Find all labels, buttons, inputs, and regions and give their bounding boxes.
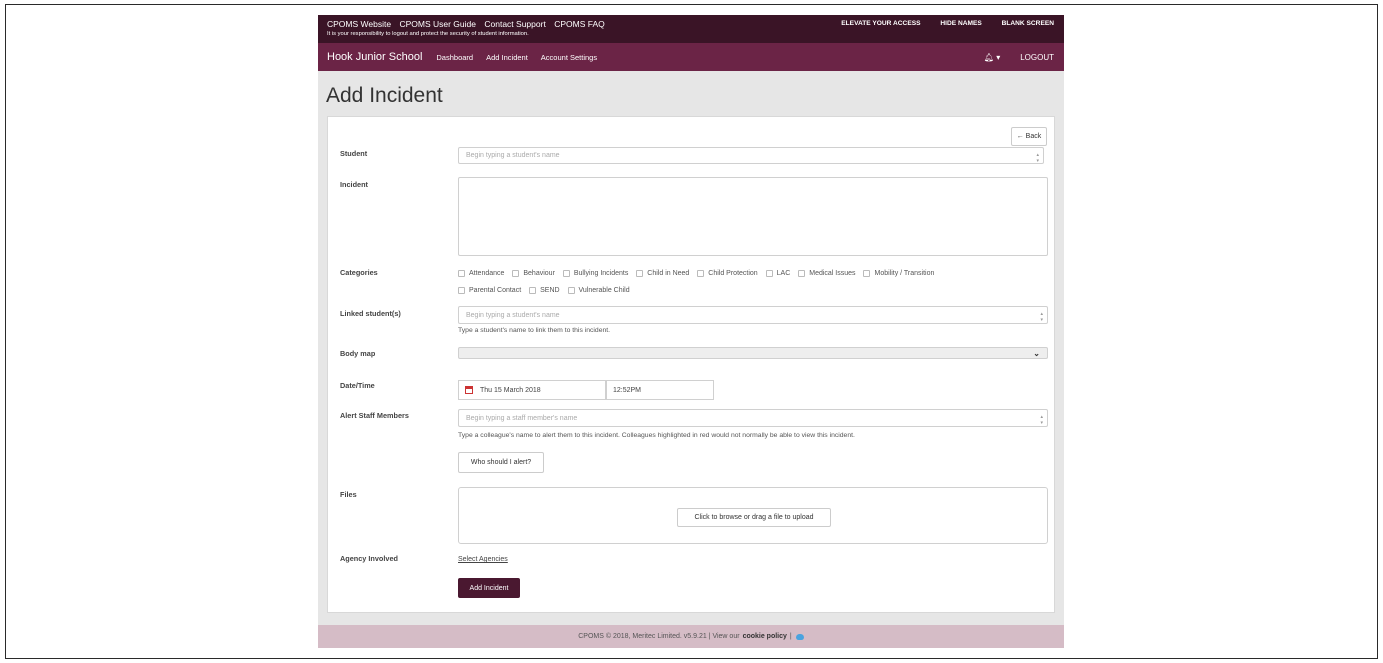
date-value: Thu 15 March 2018	[480, 386, 541, 394]
footer-separator: |	[789, 633, 792, 640]
checkbox[interactable]	[562, 270, 570, 277]
alert-staff-input[interactable]: Begin typing a staff member's name ▴ ▾	[458, 409, 1048, 427]
notifications-menu[interactable]: 🔔︎ ▾	[984, 53, 1000, 62]
checkbox[interactable]	[636, 270, 644, 277]
utility-actions: ELEVATE YOUR ACCESS HIDE NAMES BLANK SCR…	[823, 20, 1054, 27]
checkbox[interactable]	[567, 287, 575, 294]
linked-students-input[interactable]: Begin typing a student's name ▴ ▾	[458, 306, 1048, 324]
time-value: 12:52PM	[613, 386, 642, 394]
checkbox[interactable]	[798, 270, 806, 277]
bell-icon: 🔔︎	[983, 52, 994, 62]
category-child-in-need[interactable]: Child in Need	[636, 266, 689, 281]
security-notice: It is your responsibility to logout and …	[327, 31, 529, 37]
dropdown-caret-icon: ▴ ▾	[1040, 311, 1043, 323]
category-behaviour[interactable]: Behaviour	[512, 266, 555, 281]
blank-screen-link[interactable]: BLANK SCREEN	[1002, 20, 1054, 27]
category-label: SEND	[540, 287, 560, 294]
category-send[interactable]: SEND	[529, 283, 560, 298]
top-utility-bar: CPOMS Website CPOMS User Guide Contact S…	[318, 15, 1064, 43]
school-brand[interactable]: Hook Junior School	[327, 51, 422, 63]
student-placeholder: Begin typing a student's name	[466, 152, 560, 159]
add-incident-submit-button[interactable]: Add Incident	[458, 578, 520, 598]
back-button[interactable]: ← Back	[1011, 127, 1047, 146]
app-window: CPOMS Website CPOMS User Guide Contact S…	[318, 15, 1064, 648]
category-attendance[interactable]: Attendance	[458, 266, 504, 281]
dropdown-caret-icon: ▴ ▾	[1040, 414, 1043, 426]
category-bullying[interactable]: Bullying Incidents	[562, 266, 629, 281]
categories-group: Attendance Behaviour Bullying Incidents …	[458, 266, 1038, 300]
category-vulnerable-child[interactable]: Vulnerable Child	[567, 283, 630, 298]
footer-text: CPOMS © 2018, Meritec Limited. v5.9.21 |…	[578, 633, 740, 640]
incident-label: Incident	[340, 180, 368, 189]
body-map-label: Body map	[340, 349, 376, 358]
nav-dashboard[interactable]: Dashboard	[436, 53, 473, 62]
elevate-access-link[interactable]: ELEVATE YOUR ACCESS	[841, 20, 920, 27]
student-input[interactable]: Begin typing a student's name ▴ ▾	[458, 147, 1044, 164]
link-contact-support[interactable]: Contact Support	[484, 19, 545, 29]
navbar-right: 🔔︎ ▾ LOGOUT	[984, 43, 1054, 71]
chevron-down-icon: ⌄	[1033, 349, 1040, 358]
linked-students-help: Type a student's name to link them to th…	[458, 327, 611, 334]
category-label: Child Protection	[708, 270, 758, 277]
date-input[interactable]: Thu 15 March 2018	[458, 380, 606, 400]
checkbox[interactable]	[512, 270, 520, 277]
datetime-label: Date/Time	[340, 381, 375, 390]
upload-button[interactable]: Click to browse or drag a file to upload	[677, 508, 831, 527]
dropdown-caret-icon: ▴ ▾	[1036, 151, 1039, 164]
select-agencies-link[interactable]: Select Agencies	[458, 556, 508, 563]
category-label: Mobility / Transition	[874, 270, 935, 277]
incident-textarea[interactable]	[458, 177, 1048, 256]
time-input[interactable]: 12:52PM	[606, 380, 714, 400]
checkbox[interactable]	[458, 270, 465, 277]
student-label: Student	[340, 149, 368, 158]
who-should-i-alert-button[interactable]: Who should I alert?	[458, 452, 544, 473]
category-label: Bullying Incidents	[573, 270, 629, 277]
files-label: Files	[340, 490, 357, 499]
logout-link[interactable]: LOGOUT	[1020, 53, 1054, 62]
link-cpoms-website[interactable]: CPOMS Website	[327, 19, 391, 29]
alert-staff-placeholder: Begin typing a staff member's name	[466, 414, 578, 422]
checkbox[interactable]	[765, 270, 773, 277]
nav-add-incident[interactable]: Add Incident	[486, 53, 528, 62]
linked-students-label: Linked student(s)	[340, 309, 401, 318]
alert-staff-label: Alert Staff Members	[340, 411, 409, 420]
category-lac[interactable]: LAC	[765, 266, 791, 281]
checkbox[interactable]	[697, 270, 705, 277]
category-label: Medical Issues	[809, 270, 856, 277]
agency-label: Agency Involved	[340, 554, 398, 563]
alert-staff-help: Type a colleague's name to alert them to…	[458, 432, 855, 439]
calendar-icon	[465, 386, 473, 394]
page-title: Add Incident	[326, 84, 443, 107]
category-parental-contact[interactable]: Parental Contact	[458, 283, 521, 298]
cookie-policy-link[interactable]: cookie policy	[743, 633, 787, 640]
category-label: Parental Contact	[469, 287, 522, 294]
categories-label: Categories	[340, 268, 378, 277]
linked-students-placeholder: Begin typing a student's name	[466, 311, 560, 319]
link-user-guide[interactable]: CPOMS User Guide	[399, 19, 476, 29]
file-dropzone[interactable]: Click to browse or drag a file to upload	[458, 487, 1048, 544]
main-navbar: Hook Junior School Dashboard Add Inciden…	[318, 43, 1064, 71]
nav-account-settings[interactable]: Account Settings	[541, 53, 597, 62]
chevron-down-icon: ▾	[996, 52, 1001, 62]
category-child-protection[interactable]: Child Protection	[697, 266, 758, 281]
category-label: Child in Need	[647, 270, 690, 277]
footer: CPOMS © 2018, Meritec Limited. v5.9.21 |…	[318, 625, 1064, 648]
category-medical-issues[interactable]: Medical Issues	[798, 266, 856, 281]
body-map-select[interactable]: ⌄	[458, 347, 1048, 359]
category-label: Attendance	[469, 270, 505, 277]
add-incident-form: ← Back Student Begin typing a student's …	[327, 116, 1055, 613]
category-label: LAC	[776, 270, 791, 277]
checkbox[interactable]	[863, 270, 871, 277]
link-faq[interactable]: CPOMS FAQ	[554, 19, 605, 29]
checkbox[interactable]	[458, 287, 465, 294]
category-label: Vulnerable Child	[578, 287, 630, 294]
twitter-icon[interactable]	[795, 633, 804, 640]
hide-names-link[interactable]: HIDE NAMES	[940, 20, 981, 27]
category-mobility-transition[interactable]: Mobility / Transition	[863, 266, 934, 281]
checkbox[interactable]	[529, 287, 537, 294]
category-label: Behaviour	[523, 270, 555, 277]
